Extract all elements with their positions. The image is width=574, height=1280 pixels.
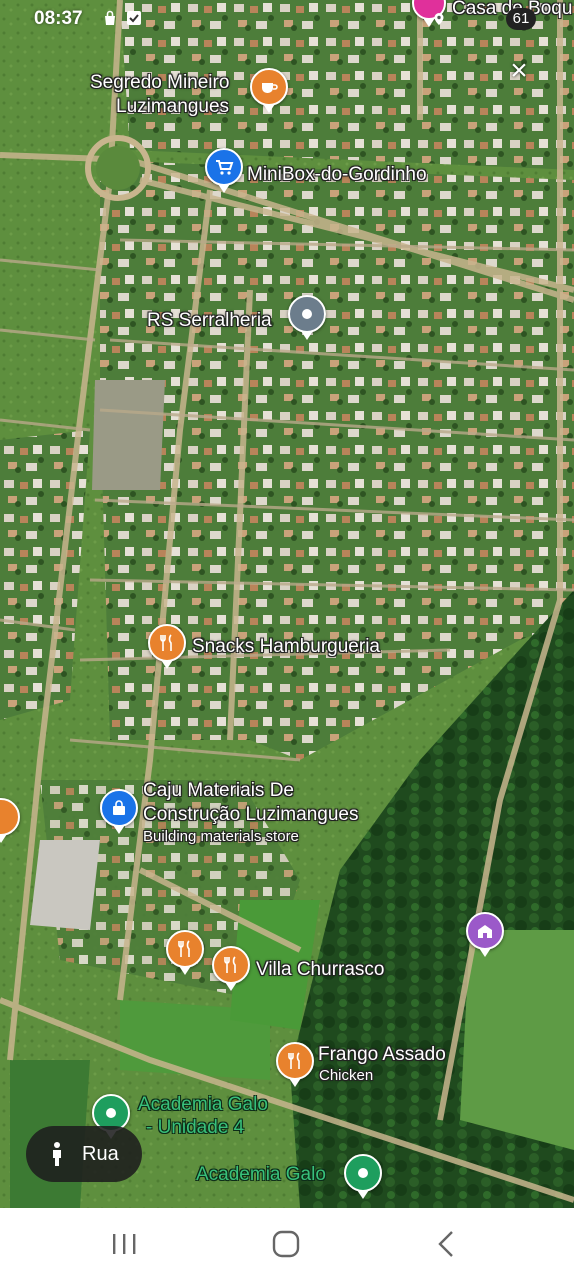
store-pin-caju-icon[interactable] bbox=[100, 789, 138, 834]
back-button[interactable] bbox=[426, 1226, 466, 1262]
restaurant-pin-villa-icon[interactable] bbox=[212, 946, 250, 991]
place-label-caju-line2[interactable]: Construção Luzimangues bbox=[143, 804, 358, 826]
location-dot-icon bbox=[106, 1108, 116, 1118]
check-box-icon bbox=[127, 11, 141, 25]
notification-badge: 61 bbox=[506, 8, 536, 30]
bag-icon bbox=[105, 10, 115, 25]
place-label-segredo-line1[interactable]: Segredo Mineiro bbox=[90, 72, 229, 94]
status-time: 08:37 bbox=[34, 8, 83, 29]
place-label-minibox[interactable]: MiniBox-do-Gordinho bbox=[247, 164, 427, 186]
pedestrian-icon bbox=[53, 1142, 61, 1166]
street-view-label: Rua bbox=[82, 1142, 119, 1165]
fork-knife-icon bbox=[224, 956, 236, 973]
shopping-cart-icon bbox=[216, 160, 234, 175]
shopping-bag-icon bbox=[113, 800, 125, 815]
place-category-frango: Chicken bbox=[319, 1067, 374, 1084]
place-label-snacks[interactable]: Snacks Hamburgueria bbox=[192, 636, 380, 658]
close-icon[interactable]: × bbox=[504, 56, 534, 86]
location-dot-icon bbox=[358, 1168, 368, 1178]
place-label-academia[interactable]: Academia Galo bbox=[196, 1164, 326, 1186]
fork-knife-icon bbox=[288, 1052, 300, 1069]
place-label-academia4-line2[interactable]: - Unidade 4 bbox=[146, 1117, 244, 1139]
home-button[interactable] bbox=[266, 1226, 306, 1262]
coffee-cup-icon bbox=[262, 83, 278, 93]
place-label-villa[interactable]: Villa Churrasco bbox=[256, 959, 384, 981]
place-label-academia4-line1[interactable]: Academia Galo bbox=[138, 1094, 268, 1116]
recent-apps-button[interactable] bbox=[104, 1226, 144, 1262]
place-category-caju: Building materials store bbox=[143, 828, 299, 845]
street-view-button[interactable]: Rua bbox=[26, 1126, 142, 1182]
fork-knife-icon bbox=[178, 940, 190, 957]
location-icon bbox=[434, 13, 444, 25]
cafe-pin-icon[interactable] bbox=[250, 68, 288, 113]
place-label-segredo-line2[interactable]: Luzimangues bbox=[116, 96, 229, 118]
landmark-pin-icon[interactable] bbox=[466, 912, 504, 957]
system-nav-bar bbox=[0, 1208, 574, 1280]
service-pin-icon[interactable] bbox=[288, 295, 326, 340]
building-icon bbox=[478, 925, 492, 938]
place-label-caju-line1[interactable]: Caju Materiais De bbox=[143, 780, 294, 802]
restaurant-pin-frango-icon[interactable] bbox=[276, 1042, 314, 1087]
shop-pin-icon[interactable] bbox=[205, 148, 243, 193]
fork-knife-icon bbox=[160, 634, 172, 651]
satellite-map[interactable]: 08:37 Casa de Boqu 61 × Segredo Mineiro … bbox=[0, 0, 574, 1208]
fitness-pin-academia-icon[interactable] bbox=[344, 1154, 382, 1199]
place-label-frango[interactable]: Frango Assado bbox=[318, 1044, 446, 1066]
location-dot-icon bbox=[302, 309, 312, 319]
restaurant-pin-snacks-icon[interactable] bbox=[148, 624, 186, 669]
place-label-rs-serralheria[interactable]: RS Serralheria bbox=[147, 310, 272, 332]
restaurant-pin-1-icon[interactable] bbox=[166, 930, 204, 975]
